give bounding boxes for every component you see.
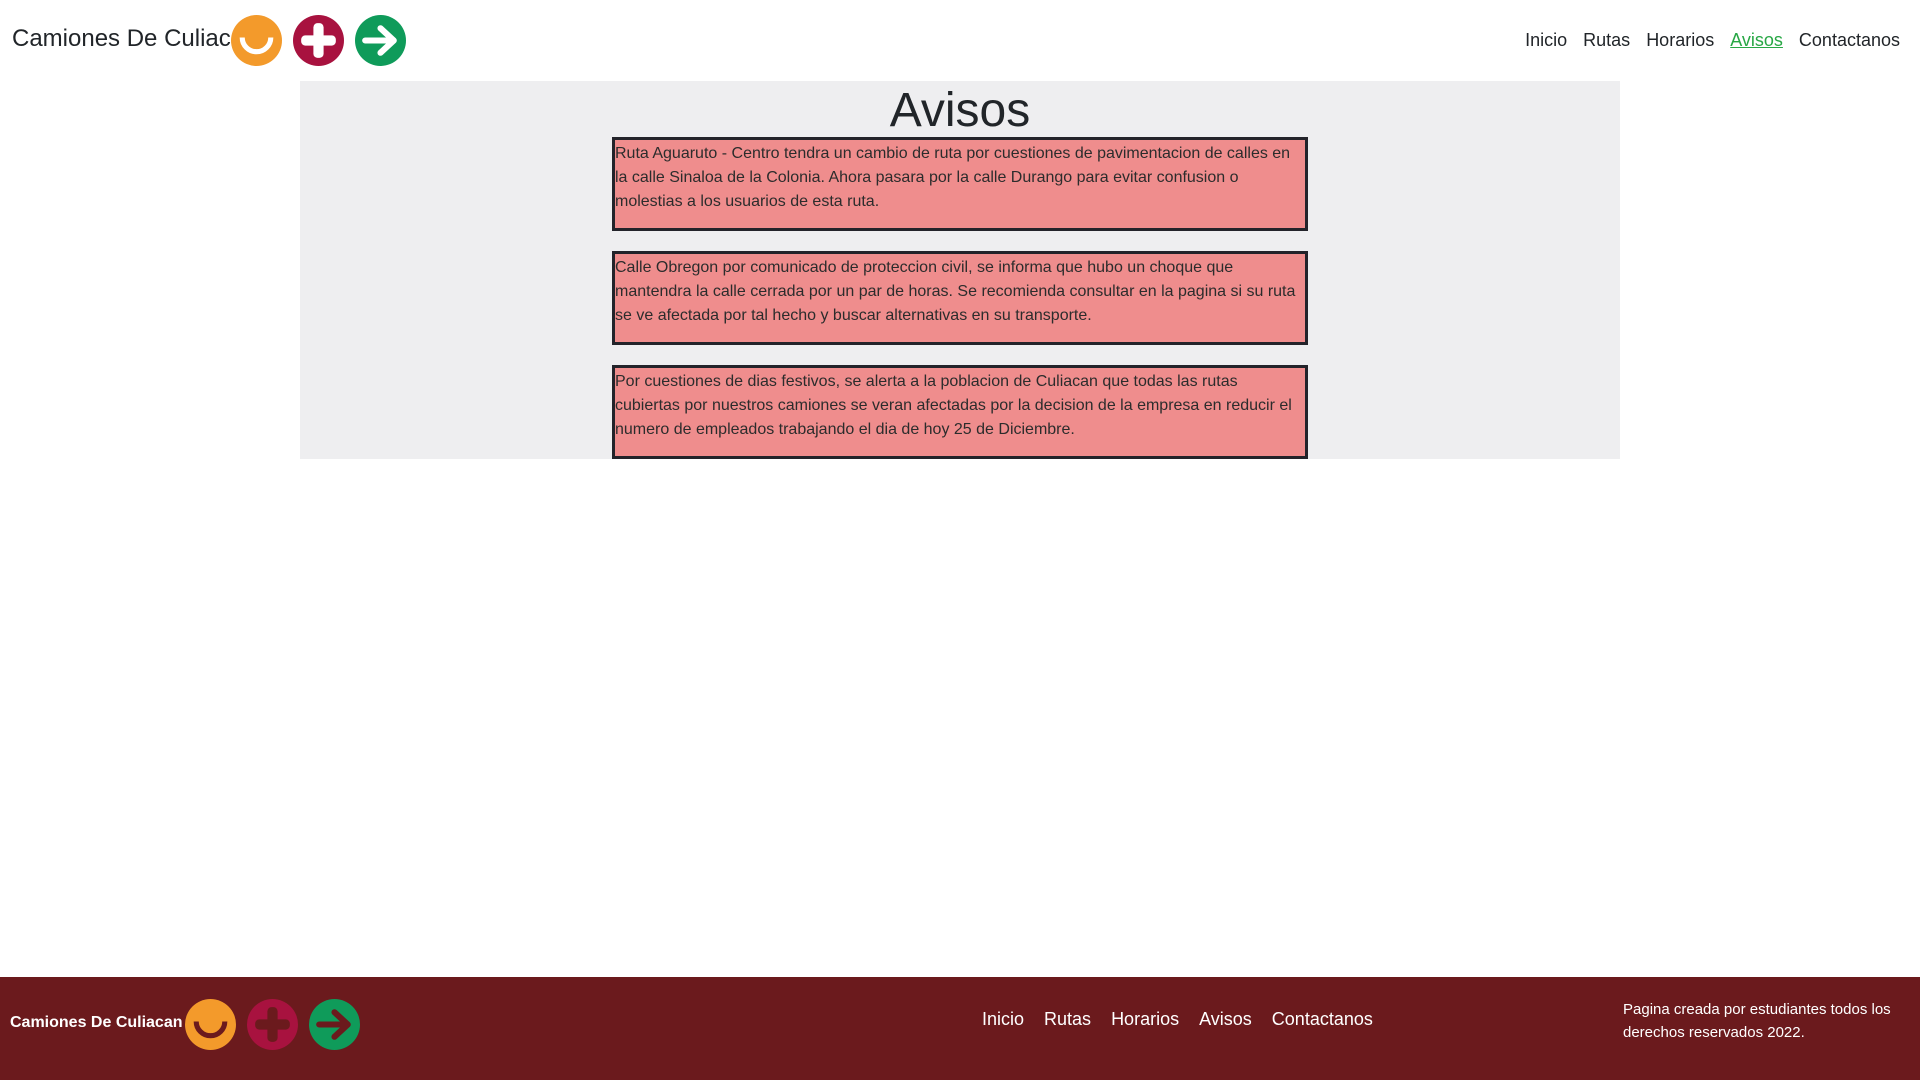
footer-nav-horarios[interactable]: Horarios xyxy=(1111,1009,1179,1030)
notice-text: Calle Obregon por comunicado de protecci… xyxy=(615,259,1296,324)
nav-horarios[interactable]: Horarios xyxy=(1646,30,1714,51)
nav-inicio[interactable]: Inicio xyxy=(1525,30,1567,51)
plus-icon xyxy=(247,999,298,1050)
page-title: Avisos xyxy=(889,84,1031,137)
footer-nav-contactanos[interactable]: Contactanos xyxy=(1272,1009,1373,1030)
footer-nav-avisos[interactable]: Avisos xyxy=(1199,1009,1252,1030)
avisos-section: Avisos Ruta Aguaruto - Centro tendra un … xyxy=(300,81,1620,459)
arrow-right-icon xyxy=(309,999,360,1050)
notice-card: Ruta Aguaruto - Centro tendra un cambio … xyxy=(612,137,1308,231)
footer-logo-group xyxy=(185,999,360,1050)
footer-copyright: Pagina creada por estudiantes todos los … xyxy=(1623,1001,1891,1041)
brand-name[interactable]: Camiones De Culiacan xyxy=(12,25,257,53)
smile-icon xyxy=(185,999,236,1050)
nav-contactanos[interactable]: Contactanos xyxy=(1799,30,1900,51)
logo-group xyxy=(231,15,406,66)
site-footer: Camiones De Culiacan Inicio Rutas Horari… xyxy=(0,977,1920,1080)
nav-avisos[interactable]: Avisos xyxy=(1730,30,1783,51)
nav-rutas[interactable]: Rutas xyxy=(1583,30,1630,51)
smile-icon xyxy=(231,15,282,66)
notice-card: Por cuestiones de dias festivos, se aler… xyxy=(612,365,1308,459)
main-nav: Inicio Rutas Horarios Avisos Contactanos xyxy=(1525,30,1900,51)
arrow-right-icon xyxy=(355,15,406,66)
plus-icon xyxy=(293,15,344,66)
footer-nav-rutas[interactable]: Rutas xyxy=(1044,1009,1091,1030)
footer-nav: Inicio Rutas Horarios Avisos Contactanos xyxy=(982,1009,1373,1030)
footer-nav-inicio[interactable]: Inicio xyxy=(982,1009,1024,1030)
site-header: Camiones De Culiacan Inicio Rutas Horari… xyxy=(0,0,1920,80)
notice-card: Calle Obregon por comunicado de protecci… xyxy=(612,251,1308,345)
footer-brand-name: Camiones De Culiacan xyxy=(10,1014,183,1031)
notice-text: Ruta Aguaruto - Centro tendra un cambio … xyxy=(615,145,1291,210)
notice-text: Por cuestiones de dias festivos, se aler… xyxy=(615,373,1292,438)
